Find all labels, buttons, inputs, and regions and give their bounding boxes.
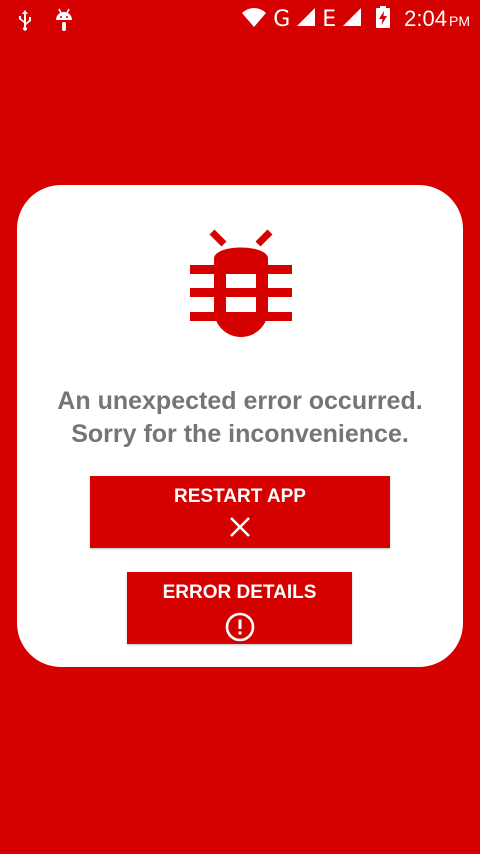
signal-icon <box>342 7 362 32</box>
status-bar: G E 2:04 PM <box>0 0 480 38</box>
android-icon <box>54 8 74 37</box>
clock: 2:04 PM <box>404 5 470 33</box>
battery-charging-icon <box>376 6 391 33</box>
status-bar-right: G E 2:04 PM <box>241 6 470 33</box>
bug-icon <box>190 228 292 342</box>
usb-icon <box>16 9 34 36</box>
network-type-1: G <box>273 6 291 32</box>
wifi-icon <box>241 7 267 32</box>
error-message: An unexpected error occurred. Sorry for … <box>17 385 463 451</box>
network-type-2: E <box>322 6 337 32</box>
status-bar-left <box>16 8 74 37</box>
error-details-label: ERROR DETAILS <box>162 582 317 603</box>
close-icon <box>229 516 251 538</box>
error-message-line-1: An unexpected error occurred. <box>57 387 423 415</box>
clock-ampm: PM <box>449 12 470 29</box>
signal-icon <box>296 7 316 32</box>
alert-circle-icon <box>225 612 255 642</box>
error-details-button[interactable]: ERROR DETAILS <box>127 572 352 644</box>
restart-app-label: RESTART APP <box>174 486 306 507</box>
error-message-line-2: Sorry for the inconvenience. <box>71 420 409 448</box>
error-dialog: An unexpected error occurred. Sorry for … <box>17 185 463 667</box>
restart-app-button[interactable]: RESTART APP <box>90 476 390 548</box>
clock-time: 2:04 <box>404 5 447 31</box>
